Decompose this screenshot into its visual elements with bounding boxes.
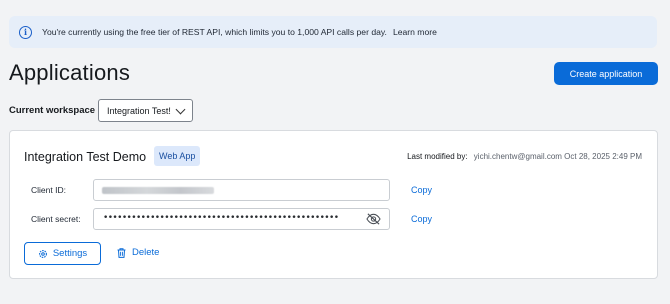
copy-client-secret-button[interactable]: Copy bbox=[411, 214, 432, 224]
info-icon: i bbox=[19, 25, 32, 39]
last-modified: Last modified by: yichi.chentw@gmail.com… bbox=[407, 152, 642, 161]
info-banner: i You're currently using the free tier o… bbox=[9, 16, 657, 48]
settings-label: Settings bbox=[52, 248, 88, 259]
app-type-badge: Web App bbox=[154, 146, 201, 166]
chevron-down-icon bbox=[175, 104, 186, 115]
copy-client-id-button[interactable]: Copy bbox=[411, 185, 432, 195]
workspace-selected-value: Integration Test! bbox=[107, 105, 171, 116]
workspace-label: Current workspace bbox=[9, 105, 96, 116]
application-name: Integration Test Demo bbox=[24, 150, 147, 164]
client-id-redacted bbox=[102, 187, 214, 194]
page-title: Applications bbox=[9, 60, 131, 85]
last-modified-label: Last modified by: bbox=[407, 152, 468, 161]
client-id-label: Client ID: bbox=[31, 185, 66, 195]
create-application-button[interactable]: Create application bbox=[554, 62, 658, 85]
banner-message: You're currently using the free tier of … bbox=[42, 27, 387, 37]
client-secret-field[interactable]: ••••••••••••••••••••••••••••••••••••••••… bbox=[93, 208, 390, 230]
eye-off-icon[interactable] bbox=[366, 213, 381, 225]
workspace-select[interactable]: Integration Test! bbox=[98, 99, 193, 122]
gear-icon bbox=[38, 249, 47, 258]
settings-button[interactable]: Settings bbox=[24, 242, 101, 265]
delete-label: Delete bbox=[132, 247, 160, 258]
client-id-field[interactable] bbox=[93, 179, 390, 201]
client-secret-label: Client secret: bbox=[31, 214, 81, 224]
learn-more-link[interactable]: Learn more bbox=[393, 27, 437, 37]
trash-icon bbox=[117, 247, 126, 258]
client-secret-value: ••••••••••••••••••••••••••••••••••••••••… bbox=[103, 213, 339, 223]
delete-button[interactable]: Delete bbox=[117, 247, 159, 258]
application-card: Integration Test Demo Web App Last modif… bbox=[9, 130, 658, 279]
last-modified-value: yichi.chentw@gmail.com Oct 28, 2025 2:49… bbox=[473, 152, 642, 161]
